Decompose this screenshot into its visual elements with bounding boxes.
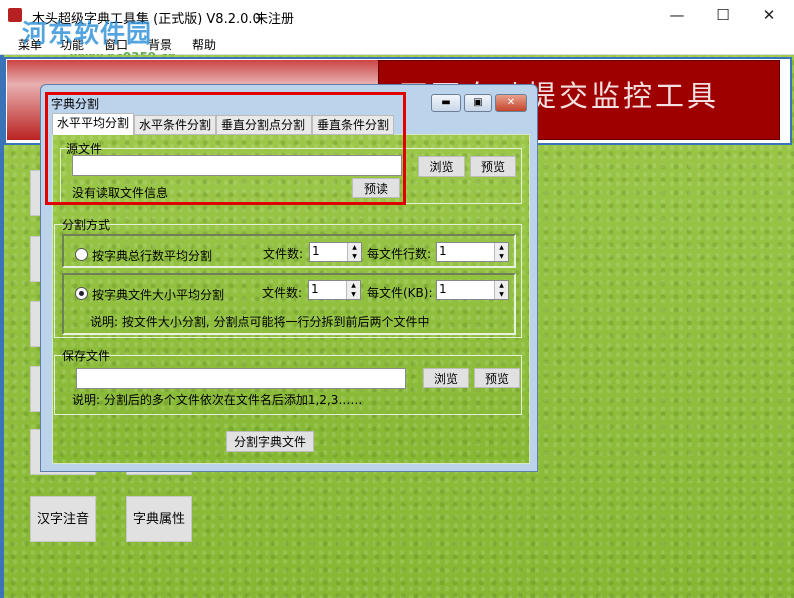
dialog-close-button[interactable]: ✕ bbox=[495, 94, 527, 112]
app-icon bbox=[8, 8, 22, 22]
spinner-value: 1 bbox=[439, 244, 447, 258]
pinyin-button[interactable]: 汉字注音 bbox=[30, 496, 96, 542]
option1-label[interactable]: 按字典总行数平均分割 bbox=[92, 247, 212, 264]
dictionary-properties-button[interactable]: 字典属性 bbox=[126, 496, 192, 542]
spinner-value: 1 bbox=[312, 244, 320, 258]
option1-files-label: 文件数: bbox=[263, 247, 304, 261]
option2-files-label: 文件数: bbox=[262, 286, 303, 300]
spinner-value: 1 bbox=[439, 282, 447, 296]
save-legend: 保存文件 bbox=[62, 349, 111, 363]
menu-item-help[interactable]: 帮助 bbox=[192, 36, 216, 53]
spinner-value: 1 bbox=[311, 282, 319, 296]
option2-label[interactable]: 按字典文件大小平均分割 bbox=[92, 286, 224, 303]
minimize-button[interactable]: — bbox=[654, 0, 700, 31]
source-preview-button[interactable]: 预览 bbox=[470, 156, 516, 177]
dialog-minimize-button[interactable]: ▬ bbox=[431, 94, 461, 112]
save-preview-button[interactable]: 预览 bbox=[474, 368, 520, 388]
spinner-arrows-icon[interactable]: ▲ ▼ bbox=[494, 281, 508, 299]
spinner-arrows-icon[interactable]: ▲ ▼ bbox=[494, 243, 508, 261]
option2-kb-spinner[interactable]: 1 ▲ ▼ bbox=[436, 280, 509, 300]
option2-note: 说明: 按文件大小分割, 分割点可能将一行分拆到前后两个文件中 bbox=[90, 315, 430, 329]
option2-files-spinner[interactable]: 1 ▲ ▼ bbox=[308, 280, 361, 300]
save-path-input[interactable] bbox=[76, 368, 406, 389]
spinner-arrows-icon[interactable]: ▲ ▼ bbox=[347, 243, 361, 261]
registration-status: 未注册 bbox=[255, 12, 295, 27]
option1-lines-spinner[interactable]: 1 ▲ ▼ bbox=[436, 242, 509, 262]
option2-radio[interactable] bbox=[75, 287, 88, 300]
source-browse-button[interactable]: 浏览 bbox=[418, 156, 465, 177]
option1-radio[interactable] bbox=[75, 248, 88, 261]
option1-files-spinner[interactable]: 1 ▲ ▼ bbox=[309, 242, 362, 262]
split-dictionary-button[interactable]: 分割字典文件 bbox=[226, 431, 314, 452]
option1-per-label: 每文件行数: bbox=[367, 247, 432, 261]
option2-per-label: 每文件(KB): bbox=[367, 286, 433, 300]
watermark-logo: 河东软件园 bbox=[22, 19, 153, 48]
save-note: 说明: 分割后的多个文件依次在文件名后添加1,2,3…… bbox=[72, 393, 363, 407]
highlight-box bbox=[45, 92, 406, 205]
mode-legend: 分割方式 bbox=[62, 218, 111, 232]
save-browse-button[interactable]: 浏览 bbox=[423, 368, 469, 388]
spinner-arrows-icon[interactable]: ▲ ▼ bbox=[346, 281, 360, 299]
dialog-maximize-button[interactable]: ▣ bbox=[464, 94, 492, 112]
close-button[interactable]: ✕ bbox=[746, 0, 792, 31]
maximize-button[interactable]: ☐ bbox=[700, 0, 746, 31]
